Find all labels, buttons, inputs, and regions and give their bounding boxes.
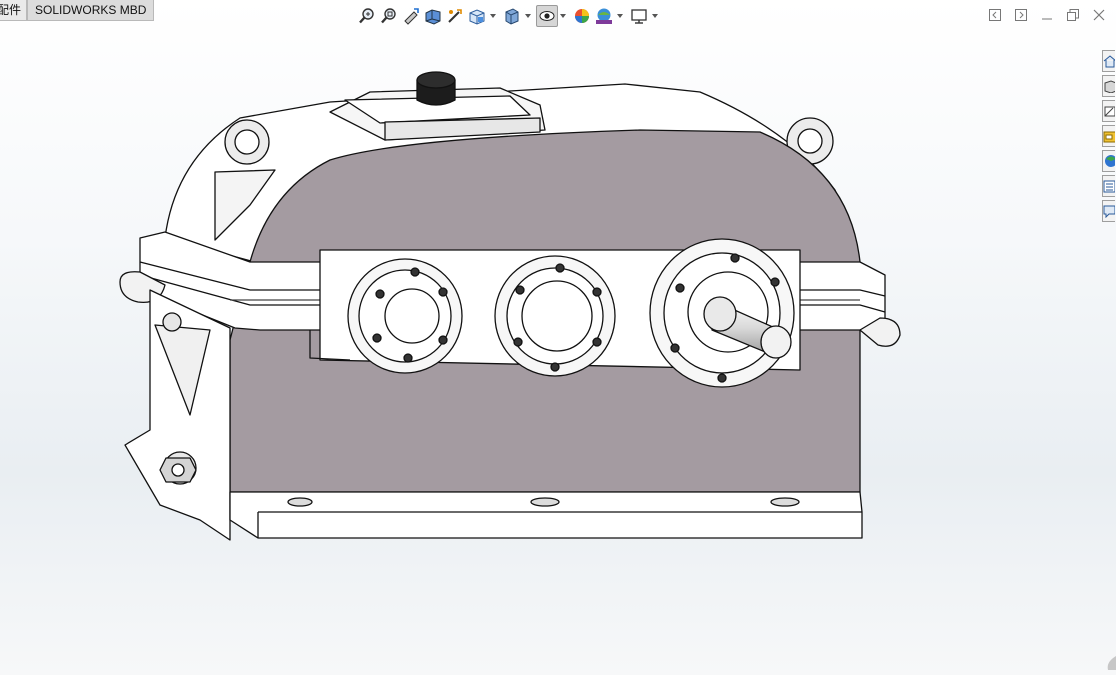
bearing-cap-input [347,258,463,374]
breather-plug [416,71,456,106]
view-triad-corner [1106,656,1116,675]
bearing-cap-intermediate [494,255,616,377]
gearbox-model-view[interactable] [0,0,1116,675]
